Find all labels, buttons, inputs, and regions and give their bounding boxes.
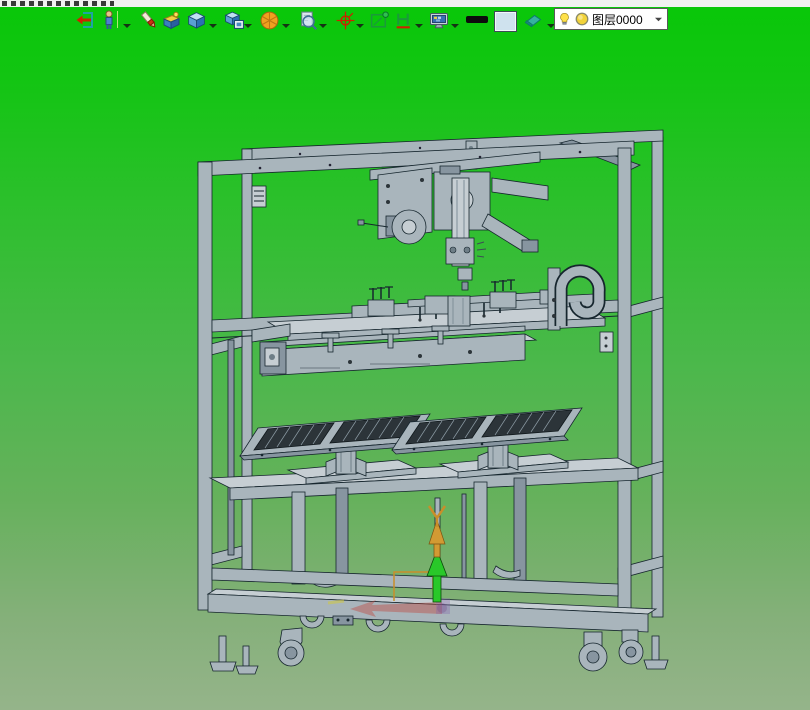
- chevron-down-icon[interactable]: [318, 17, 328, 28]
- cube-icon[interactable]: [185, 9, 207, 31]
- main-toolbar: 图层0000: [0, 7, 810, 34]
- chevron-down-icon[interactable]: [281, 17, 291, 28]
- exit-door-icon[interactable]: [74, 9, 96, 31]
- combo-dropdown-arrow[interactable]: [652, 10, 665, 28]
- clipped-menu-text: [2, 1, 114, 6]
- chevron-down-icon[interactable]: [122, 17, 132, 28]
- zoom-document-icon[interactable]: [296, 9, 318, 31]
- chevron-down-icon[interactable]: [208, 17, 218, 28]
- cube-view-icon[interactable]: [223, 9, 245, 31]
- gantry-assembly[interactable]: [251, 264, 607, 343]
- chevron-down-icon[interactable]: [243, 17, 253, 28]
- eraser-icon[interactable]: [522, 9, 544, 31]
- chevron-down-icon[interactable]: [450, 17, 460, 28]
- toolbar-separator: [117, 11, 118, 28]
- material-box-icon[interactable]: [160, 9, 182, 31]
- line-width-swatch[interactable]: [466, 16, 488, 23]
- cad-model[interactable]: [0, 7, 810, 710]
- clipped-menu-strip: [0, 0, 810, 7]
- chevron-down-icon[interactable]: [414, 17, 424, 28]
- color-swatch[interactable]: [494, 11, 517, 32]
- pencil-icon[interactable]: [138, 9, 160, 31]
- layer-circle-icon: [575, 12, 589, 26]
- application-window: 图层0000: [0, 0, 810, 710]
- layer-combo-value: 图层0000: [592, 12, 643, 27]
- mid-shelf[interactable]: [208, 457, 640, 501]
- monitor-icon[interactable]: [428, 9, 450, 31]
- head-mechanism[interactable]: [357, 151, 549, 291]
- chevron-down-icon: [655, 17, 662, 21]
- dimension-icon[interactable]: [392, 9, 414, 31]
- chevron-down-icon[interactable]: [355, 17, 365, 28]
- orange-sphere-icon[interactable]: [258, 9, 280, 31]
- bulb-icon: [560, 12, 569, 25]
- layer-combobox[interactable]: 图层0000: [554, 8, 668, 30]
- crosshair-icon[interactable]: [334, 9, 356, 31]
- cad-viewport[interactable]: [0, 7, 810, 710]
- select-rect-icon[interactable]: [368, 9, 390, 31]
